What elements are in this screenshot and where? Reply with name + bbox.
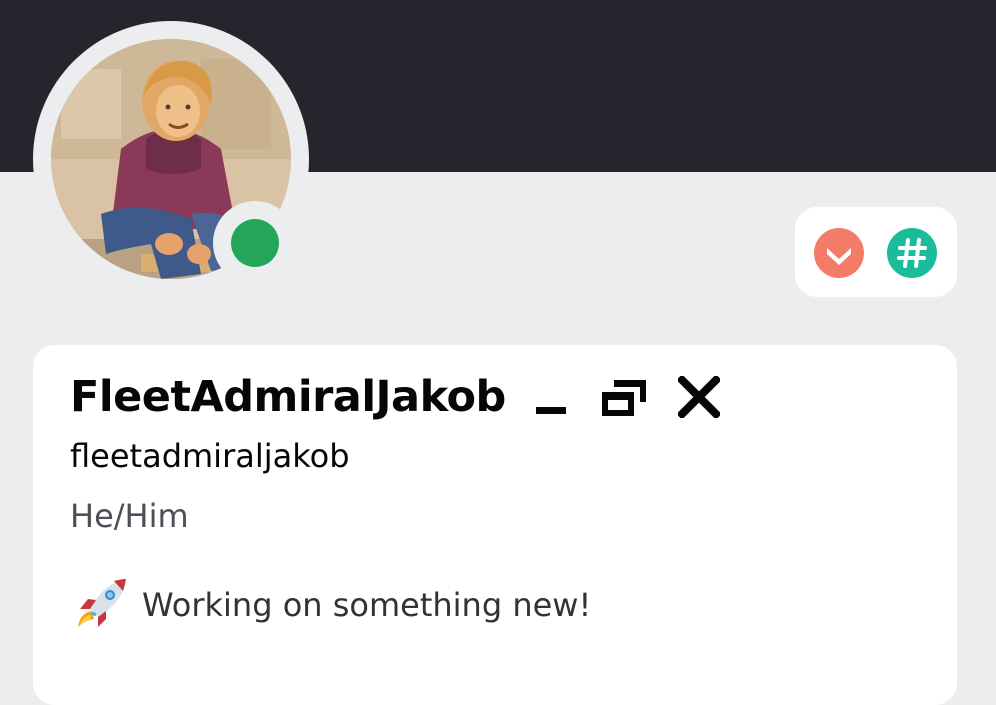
- profile-card: FleetAdmiralJakob fleetadmiraljakob He/H…: [33, 345, 957, 705]
- online-status-indicator: [231, 219, 279, 267]
- hashtag-badge-icon[interactable]: [887, 228, 937, 278]
- pronouns: He/Him: [70, 497, 189, 535]
- username: fleetadmiraljakob: [70, 437, 350, 475]
- chevron-down-badge-icon[interactable]: [814, 228, 864, 278]
- name-row: FleetAdmiralJakob: [70, 363, 720, 431]
- custom-status: Working on something new!: [70, 575, 591, 635]
- minimize-icon[interactable]: [534, 377, 568, 417]
- custom-status-text: Working on something new!: [142, 586, 592, 624]
- rocket-icon: [78, 579, 126, 627]
- close-icon[interactable]: [677, 376, 720, 418]
- display-name: FleetAdmiralJakob: [70, 372, 506, 422]
- restore-icon[interactable]: [600, 376, 648, 418]
- badge-list: [795, 207, 957, 297]
